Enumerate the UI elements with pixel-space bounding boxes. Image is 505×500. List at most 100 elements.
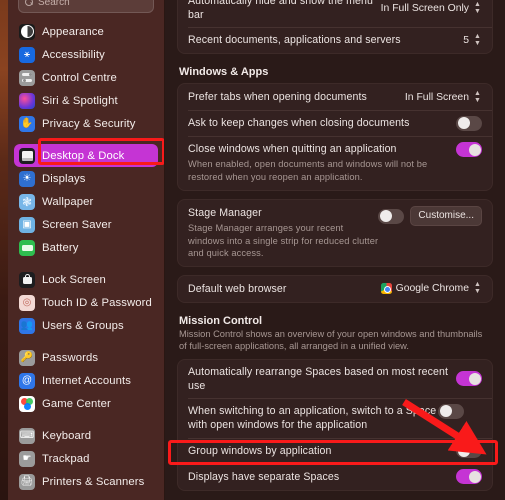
sidebar-item-label: Lock Screen [42,273,106,286]
game-center-icon [19,395,35,412]
users-groups-icon: 👥 [19,317,35,334]
sidebar-item-internet-accounts[interactable]: @ Internet Accounts [14,369,158,392]
screen-saver-icon: ▣ [19,216,35,233]
sidebar-item-label: Control Centre [42,71,117,84]
row-displays-separate-spaces[interactable]: Displays have separate Spaces [178,463,492,490]
sidebar-item-label: Screen Saver [42,218,112,231]
row-description: When enabled, open documents and windows… [188,159,428,182]
row-label: Automatically hide and show the menu bar [188,0,373,21]
switch-to-space-toggle[interactable] [438,403,464,419]
sidebar-item-game-center[interactable]: Game Center [14,392,158,415]
row-stage-manager[interactable]: Stage Manager Stage Manager arranges you… [178,200,492,266]
sidebar-item-desktop-dock[interactable]: Desktop & Dock [14,144,158,167]
auto-rearrange-spaces-toggle[interactable] [456,371,482,386]
prefer-tabs-popup[interactable]: In Full Screen ▲ ▼ [405,89,482,104]
sidebar-item-lock-screen[interactable]: Lock Screen [14,268,158,291]
row-default-web-browser[interactable]: Default web browser Google Chrome ▲ ▼ [178,276,492,302]
sidebar-item-keyboard[interactable]: ⌨ Keyboard [14,424,158,447]
default-browser-popup[interactable]: Google Chrome ▲ ▼ [380,281,482,295]
row-label: Displays have separate Spaces [188,470,340,483]
row-control[interactable]: Google Chrome ▲ ▼ [380,281,482,295]
sidebar-item-passwords[interactable]: 🔑 Passwords [14,346,158,369]
row-control[interactable] [456,142,482,157]
row-label: Prefer tabs when opening documents [188,91,367,103]
siri-icon [19,92,35,109]
row-group-windows[interactable]: Group windows by application [178,437,492,464]
sidebar-search-container: Search [18,0,154,18]
row-control[interactable] [456,371,482,386]
settings-sidebar: Search Appearance ⚹ Accessibility Contro… [8,0,165,500]
popup-value: In Full Screen Only [380,2,469,14]
group-windows-toggle[interactable] [456,443,482,458]
sidebar-item-label: Printers & Scanners [42,475,145,488]
row-auto-hide-menu-bar[interactable]: Automatically hide and show the menu bar… [178,0,492,27]
chevron-updown-icon: ▲ ▼ [474,89,481,104]
row-label: When switching to an application, switch… [188,404,437,431]
appearance-icon [19,23,35,40]
row-control[interactable]: Customise... [378,206,482,226]
stage-manager-card: Stage Manager Stage Manager arranges you… [177,199,493,267]
sidebar-item-wallpaper[interactable]: ❃ Wallpaper [14,190,158,213]
sidebar-item-siri-spotlight[interactable]: Siri & Spotlight [14,89,158,112]
sidebar-item-touch-id[interactable]: ◎ Touch ID & Password [14,291,158,314]
sidebar-group-3: Lock Screen ◎ Touch ID & Password 👥 User… [14,268,158,337]
row-control[interactable] [456,443,482,458]
row-control[interactable]: In Full Screen ▲ ▼ [405,89,482,104]
menu-bar-card: Automatically hide and show the menu bar… [177,0,493,54]
row-recent-documents[interactable]: Recent documents, applications and serve… [178,27,492,53]
settings-main-panel: Automatically hide and show the menu bar… [165,0,505,500]
sidebar-item-label: Passwords [42,351,99,364]
trackpad-icon: ☛ [19,450,35,467]
customise-button[interactable]: Customise... [410,206,482,226]
row-text-block: Close windows when quitting an applicati… [188,142,456,183]
recent-documents-stepper[interactable]: 5 ▲ ▼ [463,33,482,47]
sidebar-item-printers-scanners[interactable]: 🖨 Printers & Scanners [14,470,158,493]
sidebar-item-trackpad[interactable]: ☛ Trackpad [14,447,158,470]
section-mission-control: Mission Control Mission Control shows an… [177,315,493,359]
row-control[interactable]: 5 ▲ ▼ [463,33,482,47]
internet-accounts-icon: @ [19,372,35,389]
sidebar-item-label: Displays [42,172,86,185]
row-ask-keep-changes[interactable]: Ask to keep changes when closing documen… [178,110,492,136]
row-control[interactable] [456,115,482,131]
sidebar-group-1: Appearance ⚹ Accessibility Control Centr… [14,20,158,135]
privacy-icon: ✋ [19,115,35,132]
search-placeholder: Search [38,0,70,8]
sidebar-item-label: Users & Groups [42,319,124,332]
row-close-windows-quitting[interactable]: Close windows when quitting an applicati… [178,136,492,190]
section-title-windows-apps: Windows & Apps [179,66,269,78]
passwords-icon: 🔑 [19,349,35,366]
stage-manager-toggle[interactable] [378,208,405,224]
menu-bar-popup[interactable]: In Full Screen Only ▲ ▼ [380,1,482,15]
row-description: Stage Manager arranges your recent windo… [188,223,379,258]
touch-id-icon: ◎ [19,294,35,311]
lock-screen-icon [19,271,35,288]
row-auto-rearrange-spaces[interactable]: Automatically rearrange Spaces based on … [178,360,492,398]
sidebar-group-5: ⌨ Keyboard ☛ Trackpad 🖨 Printers & Scann… [14,424,158,493]
sidebar-item-users-groups[interactable]: 👥 Users & Groups [14,314,158,337]
accessibility-icon: ⚹ [19,46,35,63]
sidebar-item-displays[interactable]: ☀ Displays [14,167,158,190]
search-input[interactable]: Search [18,0,154,13]
row-label: Recent documents, applications and serve… [188,34,401,46]
sidebar-group-4: 🔑 Passwords @ Internet Accounts Game Cen… [14,346,158,415]
row-label: Ask to keep changes when closing documen… [188,117,410,129]
sidebar-item-control-centre[interactable]: Control Centre [14,66,158,89]
sidebar-item-appearance[interactable]: Appearance [14,20,158,43]
sidebar-item-accessibility[interactable]: ⚹ Accessibility [14,43,158,66]
row-control[interactable] [438,403,464,419]
sidebar-item-screen-saver[interactable]: ▣ Screen Saver [14,213,158,236]
desktop-dock-icon [19,147,35,164]
sidebar-item-privacy-security[interactable]: ✋ Privacy & Security [14,112,158,135]
close-windows-quitting-toggle[interactable] [456,142,482,157]
row-switch-to-space[interactable]: When switching to an application, switch… [178,397,492,438]
row-control[interactable] [456,469,482,484]
row-prefer-tabs[interactable]: Prefer tabs when opening documents In Fu… [178,84,492,110]
sidebar-item-label: Internet Accounts [42,374,131,387]
ask-keep-changes-toggle[interactable] [456,115,482,131]
sidebar-item-battery[interactable]: Battery [14,236,158,259]
system-settings-window: Search Appearance ⚹ Accessibility Contro… [0,0,505,500]
displays-separate-spaces-toggle[interactable] [456,469,482,484]
row-control[interactable]: In Full Screen Only ▲ ▼ [380,1,482,15]
sidebar-group-2: Desktop & Dock ☀ Displays ❃ Wallpaper ▣ … [14,144,158,259]
